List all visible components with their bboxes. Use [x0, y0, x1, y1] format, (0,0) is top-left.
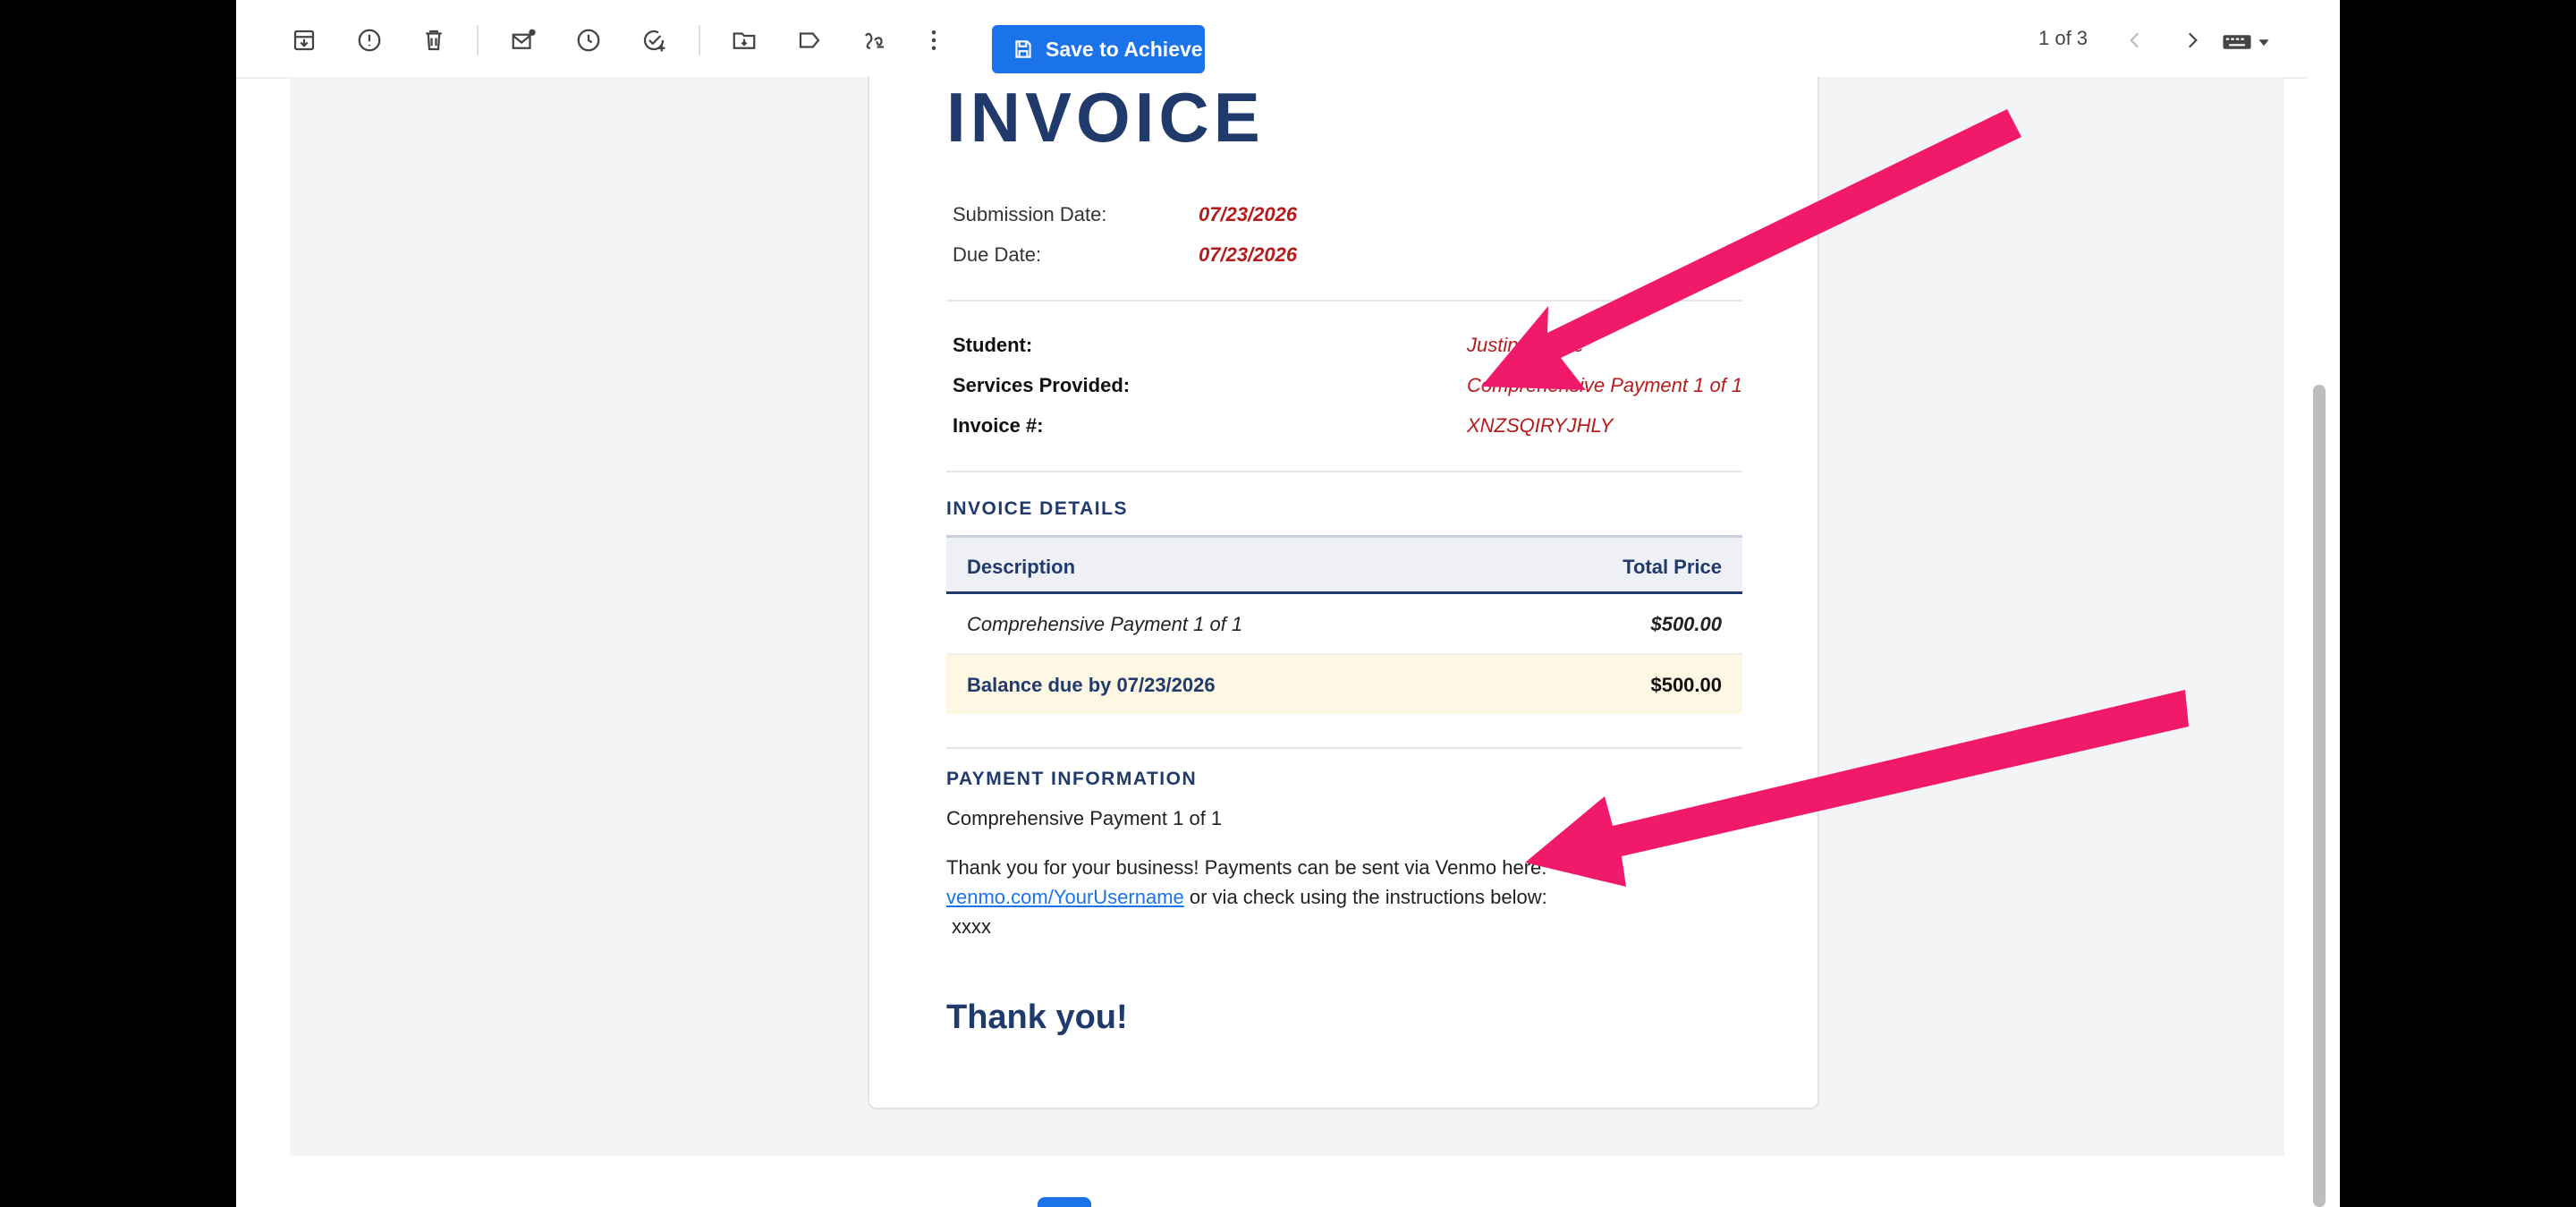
scrollbar[interactable] [2313, 385, 2326, 1207]
report-spam-icon[interactable] [353, 24, 386, 56]
label-icon[interactable] [793, 24, 826, 56]
invoice-number-value: XNZSQIRYJHLY [1467, 414, 1614, 437]
services-provided-value: Comprehensive Payment 1 of 1 [1467, 374, 1743, 396]
keyboard-input-menu[interactable] [2222, 29, 2275, 55]
archive-icon[interactable] [288, 24, 320, 56]
pagination-count: 1 of 3 [2038, 27, 2089, 49]
divider [946, 300, 1742, 302]
delete-icon[interactable] [418, 24, 450, 56]
submission-date-label: Submission Date: [953, 203, 1107, 225]
table-header: Description Total Price [946, 535, 1742, 594]
balance-due-total: $500.00 [1650, 674, 1722, 696]
keyboard-icon [2223, 35, 2251, 49]
message-toolbar: Save to Achieve 1 of 3 [236, 0, 2308, 79]
row-total-price: $500.00 [1650, 613, 1722, 635]
payment-plan-text: Comprehensive Payment 1 of 1 [946, 807, 1223, 829]
move-to-icon[interactable] [728, 24, 760, 56]
add-task-icon[interactable] [638, 24, 670, 56]
more-vert-icon[interactable] [918, 24, 950, 56]
thank-you-text: Thank you! [946, 999, 1128, 1036]
invoice-title: INVOICE [946, 78, 1265, 157]
invoice-number-label: Invoice #: [953, 414, 1044, 437]
balance-due-label: Balance due by 07/23/2026 [967, 674, 1216, 696]
divider [946, 471, 1742, 472]
student-label: Student: [953, 334, 1033, 356]
email-app-window: Save to Achieve 1 of 3 INVOICE Submissio… [236, 0, 2340, 1207]
invoice-page: INVOICE Submission Date: 07/23/2026 Due … [868, 77, 1819, 1109]
payment-instructions: Thank you for your business! Payments ca… [946, 853, 1742, 941]
row-description: Comprehensive Payment 1 of 1 [967, 613, 1243, 635]
services-provided-label: Services Provided: [953, 374, 1131, 396]
due-date-value: 07/23/2026 [1199, 243, 1298, 266]
toolbar-divider [477, 25, 479, 55]
invoice-details-table: Description Total Price Comprehensive Pa… [946, 535, 1742, 714]
save-icon [1015, 40, 1031, 58]
payment-information-heading: PAYMENT INFORMATION [946, 769, 1198, 789]
attachment-viewer: INVOICE Submission Date: 07/23/2026 Due … [290, 77, 2284, 1156]
payment-text-placeholder: xxxx [952, 915, 991, 938]
venmo-link[interactable]: venmo.com/YourUsername [946, 886, 1184, 908]
payment-text-check: or via check using the instructions belo… [1183, 886, 1547, 908]
due-date-label: Due Date: [953, 243, 1042, 266]
payment-text-intro: Thank you for your business! Payments ca… [946, 856, 1547, 879]
save-button-label: Save to Achieve [1046, 37, 1203, 61]
table-row: Comprehensive Payment 1 of 1 $500.00 [946, 594, 1742, 655]
invoice-details-heading: INVOICE DETAILS [946, 498, 1128, 519]
balance-due-row: Balance due by 07/23/2026 $500.00 [946, 655, 1742, 714]
column-header-total-price: Total Price [1623, 556, 1722, 578]
toolbar-divider [699, 25, 700, 55]
student-value: Justin Thyme [1467, 334, 1584, 356]
submission-date-value: 07/23/2026 [1199, 203, 1298, 225]
mark-unread-icon[interactable] [507, 24, 539, 56]
chevron-left-icon[interactable] [2120, 25, 2150, 55]
caret-down-icon [2258, 39, 2269, 47]
divider [946, 747, 1742, 749]
column-header-description: Description [967, 556, 1076, 578]
bottom-action-button[interactable] [1038, 1197, 1091, 1207]
filter-icon[interactable] [859, 24, 891, 56]
snooze-icon[interactable] [572, 24, 605, 56]
save-to-achieve-button[interactable]: Save to Achieve [992, 25, 1205, 73]
chevron-right-icon[interactable] [2177, 25, 2207, 55]
